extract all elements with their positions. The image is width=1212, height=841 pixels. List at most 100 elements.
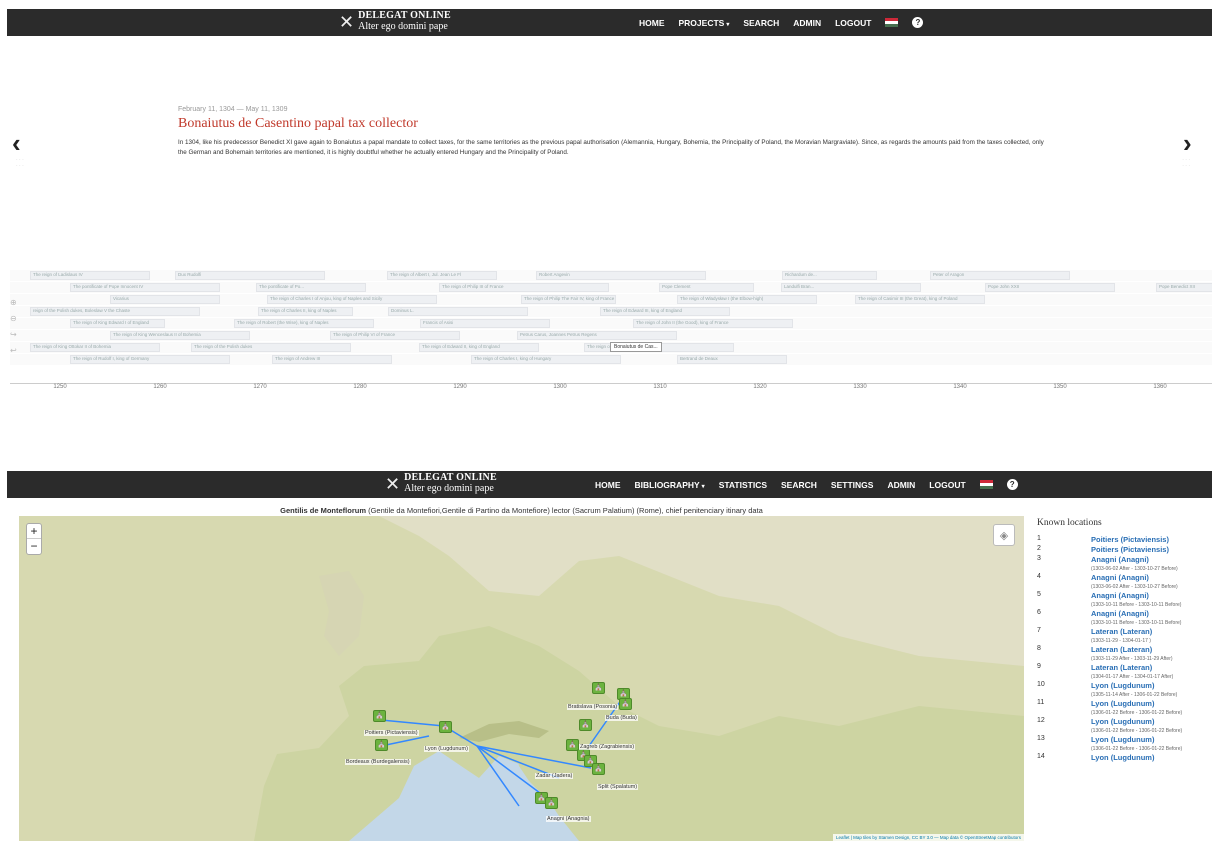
timeline-tick-label: 1300 [553,384,567,390]
church-marker-icon[interactable]: ⛪ [545,797,558,809]
church-marker-icon[interactable]: ⛪ [592,763,605,775]
church-marker-icon[interactable]: ⛪ [375,739,388,751]
timeline-event[interactable]: The reign of Charles I of Anjou, king of… [267,295,437,304]
timeline-event[interactable]: The reign of Charles I, king of Hungary [471,355,621,364]
timeline[interactable]: The reign of Rudolf I, king of Germany Th… [10,268,1212,396]
timeline-event[interactable]: Dominus L. [388,307,528,316]
location-link[interactable]: Anagni (Anagni) [1091,591,1181,600]
timeline-event[interactable]: The pontificate of Pope Innocent IV [70,283,220,292]
location-link[interactable]: Lyon (Lugdunum) [1091,681,1177,690]
forward-icon[interactable]: ↪ [10,330,24,346]
church-marker-icon[interactable]: ⛪ [439,721,452,733]
help-icon[interactable]: ? [912,17,924,28]
timeline-event[interactable]: The reign of Robert (the Wise), king of … [234,319,374,328]
zoom-in-icon[interactable]: ⊕ [10,298,24,314]
timeline-event[interactable]: Vicarius [110,295,220,304]
timeline-event[interactable]: Pope John XXII [985,283,1115,292]
location-link[interactable]: Lateran (Lateran) [1091,627,1152,636]
help-icon[interactable]: ? [1006,479,1018,490]
location-link[interactable]: Lyon (Lugdunum) [1091,699,1182,708]
prev-slide-arrow-icon[interactable]: ‹ [12,128,21,159]
timeline-event[interactable]: Landulfi Bran... [781,283,921,292]
timeline-event[interactable]: Francis of Asisi [420,319,550,328]
timeline-event[interactable]: The reign of Casimir III (the Great), ki… [855,295,985,304]
zoom-out-icon[interactable]: ⊖ [10,314,24,330]
timeline-event[interactable]: Richardum de... [782,271,877,280]
timeline-event[interactable]: The pontificate of Po... [256,283,366,292]
timeline-event[interactable]: The reign of Edward III, king of England [600,307,730,316]
timeline-event[interactable]: The reign of King Wenceslaus II of Bohem… [110,331,250,340]
map-attribution[interactable]: Leaflet | Map tiles by Stamen Design, CC… [833,834,1024,841]
nav-search-2[interactable]: SEARCH [781,480,817,490]
timeline-tooltip[interactable]: Bonaiutus de Cas... [610,342,662,352]
location-link[interactable]: Lyon (Lugdunum) [1091,717,1182,726]
timeline-event[interactable]: Petrus Carus, Joannes Petrus Regens [517,331,677,340]
nav-statistics[interactable]: STATISTICS [719,480,767,490]
map-label: Lyon (Lugdunum) [424,746,469,752]
church-marker-icon[interactable]: ⛪ [592,682,605,694]
location-link[interactable]: Poitiers (Pictaviensis) [1091,535,1169,544]
timeline-event[interactable]: The reign of Charles II, king of Naples [258,307,353,316]
church-marker-icon[interactable]: ⛪ [373,710,386,722]
timeline-event[interactable]: The reign of Philip The Fair IV, king of… [521,295,616,304]
zoom-out-button[interactable]: − [27,539,41,554]
church-marker-icon[interactable]: ⛪ [619,698,632,710]
timeline-tick-label: 1250 [53,384,67,390]
timeline-event[interactable]: The reign of Philip III of France [439,283,609,292]
location-link[interactable]: Lateran (Lateran) [1091,663,1173,672]
location-link[interactable]: Anagni (Anagni) [1091,573,1178,582]
nav-home-2[interactable]: HOME [595,480,621,490]
timeline-event[interactable]: The reign of King Ottokar II of Bohemia [30,343,160,352]
nav-home[interactable]: HOME [639,18,665,28]
timeline-row: The reign of Rudolf I, king of Germany Th… [10,354,1212,365]
nav-logout[interactable]: LOGOUT [835,18,871,28]
nav-projects[interactable]: PROJECTS ▾ [679,18,730,28]
timeline-event[interactable]: Pope Clement [659,283,754,292]
timeline-event[interactable]: Dux Rudolfi [175,271,325,280]
slide-text: In 1304, like his predecessor Benedict X… [178,139,1044,157]
nav-admin[interactable]: ADMIN [793,18,821,28]
language-flag-icon[interactable] [885,18,899,27]
known-location-item: 6 Anagni (Anagni) (1303-10-11 Before - 130… [1037,609,1212,626]
timeline-event[interactable]: Robert Angevin [536,271,706,280]
back-icon[interactable]: ↩ [10,346,24,362]
timeline-event[interactable]: reign of the Polish dukes, Boleslaw V th… [30,307,200,316]
timeline-event[interactable]: The reign of Albert I, Jul. Jean Le Fl [387,271,497,280]
zoom-in-button[interactable]: + [27,524,41,539]
timeline-event[interactable]: Peter of Aragon [930,271,1070,280]
site-logo[interactable]: ✕ DELEGAT ONLINE Alter ego domini pape [339,10,451,32]
timeline-event[interactable]: The reign of Andrew III [272,355,392,364]
site-logo-2[interactable]: ✕ DELEGAT ONLINE Alter ego domini pape [385,472,497,494]
nav-settings[interactable]: SETTINGS [831,480,874,490]
layers-icon[interactable]: ◈ [993,524,1015,546]
timeline-event[interactable]: The reign of King Edward I of England [70,319,165,328]
timeline-event[interactable]: The reign of Ladislaus IV [30,271,150,280]
location-link[interactable]: Lyon (Lugdunum) [1091,753,1154,762]
next-slide-arrow-icon[interactable]: › [1183,128,1192,159]
itinerary-map[interactable]: + − ◈ ⛪ ⛪ ⛪ ⛪ ⛪ ⛪ ⛪ ⛪ ⛪ ⛪ ⛪ ⛪ ⛪ Poitiers (Pictaviens… [19,516,1024,841]
timeline-tick-label: 1340 [953,384,967,390]
timeline-event[interactable]: The reign of Edward II, king of England [419,343,539,352]
nav-logout-2[interactable]: LOGOUT [929,480,965,490]
nav-search[interactable]: SEARCH [743,18,779,28]
location-link[interactable]: Anagni (Anagni) [1091,555,1178,564]
timeline-event[interactable]: Bertrand de Deaux [677,355,787,364]
timeline-event[interactable]: The reign of Philip VI of France [330,331,460,340]
timeline-event[interactable]: The reign of the Polish dukes [191,343,351,352]
location-date-range: (1305-11-14 After - 1306-01-22 Before) [1091,692,1178,698]
location-link[interactable]: Poitiers (Pictaviensis) [1091,545,1169,554]
timeline-event[interactable]: Pope Benedict XII [1156,283,1212,292]
timeline-event[interactable]: The reign of Rudolf I, king of Germany [70,355,230,364]
nav-bibliography[interactable]: BIBLIOGRAPHY ▾ [635,480,705,490]
language-flag-icon[interactable] [979,480,993,489]
timeline-event[interactable]: The reign of Władysław I (the Elbow-high… [677,295,817,304]
location-link[interactable]: Lyon (Lugdunum) [1091,735,1182,744]
church-marker-icon[interactable]: ⛪ [579,719,592,731]
nav-admin-2[interactable]: ADMIN [887,480,915,490]
location-link[interactable]: Lateran (Lateran) [1091,645,1173,654]
timeline-event[interactable]: The reign of John II (the Good), king of… [633,319,793,328]
nav-projects-label: PROJECTS [678,17,725,28]
known-locations-panel: Known locations 1 Poitiers (Pictaviensis)… [1037,518,1212,763]
map-label: Anagni (Anagnia) [546,816,591,822]
location-link[interactable]: Anagni (Anagni) [1091,609,1181,618]
